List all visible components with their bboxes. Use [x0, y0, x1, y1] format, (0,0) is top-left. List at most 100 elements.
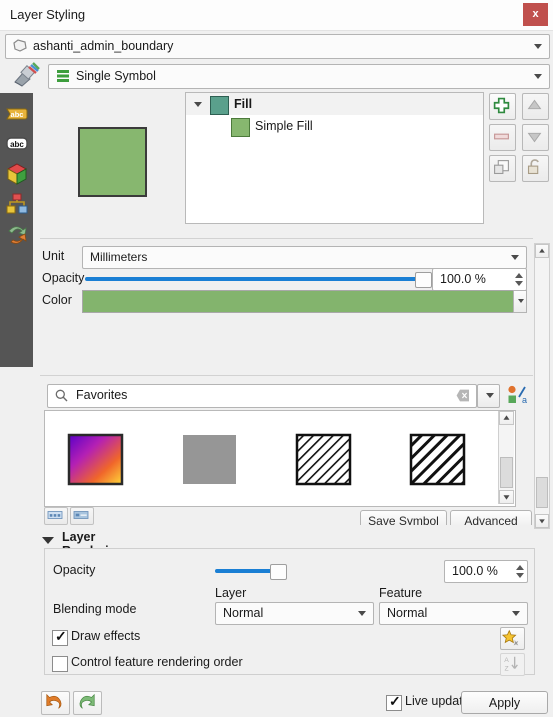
layer-blending-select[interactable]: Normal [215, 602, 374, 625]
scroll-down-arrow[interactable] [499, 490, 514, 504]
color-dropdown-button[interactable] [513, 290, 527, 313]
renderer-selector[interactable]: Single Symbol [48, 64, 550, 89]
control-render-order-label: Control feature rendering order [71, 655, 243, 669]
paintbrush-icon [14, 62, 40, 87]
scrollbar-thumb[interactable] [536, 477, 548, 508]
sidebar-item-masks[interactable]: abc [5, 132, 29, 156]
scroll-up-arrow[interactable] [535, 244, 549, 258]
chevron-down-icon [42, 537, 54, 544]
opacity-slider[interactable] [85, 268, 432, 289]
star-effects-icon [501, 629, 519, 646]
advanced-button[interactable]: Advanced [450, 510, 532, 525]
actions-arrows-icon [8, 226, 27, 244]
style-manager-icon[interactable]: a [506, 384, 528, 406]
symbol-gallery[interactable] [44, 410, 516, 507]
clear-icon[interactable] [456, 389, 470, 402]
spin-down-icon[interactable] [515, 281, 523, 286]
unit-select[interactable]: Millimeters [82, 246, 527, 269]
sort-az-icon: A Z [504, 656, 518, 672]
search-filter-dropdown[interactable] [477, 384, 500, 408]
sidebar-item-labels[interactable]: abc [5, 102, 29, 126]
list-view-icon [73, 511, 89, 519]
move-symbol-layer-up-button[interactable] [522, 93, 549, 120]
gray-fill-symbol[interactable] [181, 433, 238, 486]
blending-mode-label: Blending mode [53, 602, 137, 616]
icon-view-toggle[interactable] [44, 507, 68, 525]
check-icon: ✓ [389, 693, 401, 709]
layer-selector[interactable]: ashanti_admin_boundary [5, 34, 550, 59]
symbol-search-box[interactable]: Favorites [47, 384, 477, 408]
apply-button[interactable]: Apply [461, 691, 548, 714]
slider-fill [215, 569, 278, 573]
control-render-order-checkbox[interactable] [52, 656, 68, 672]
draw-effects-checkbox[interactable]: ✓ [52, 628, 68, 646]
color-swatch-button[interactable] [82, 290, 514, 313]
feature-blending-select[interactable]: Normal [379, 602, 528, 625]
render-order-button[interactable]: A Z [500, 653, 525, 676]
sidebar-item-actions[interactable] [5, 222, 29, 246]
opacity-spinbox[interactable]: 100.0 % [432, 268, 527, 291]
spin-down-icon[interactable] [516, 573, 524, 578]
chevron-down-icon [512, 611, 520, 616]
scrollbar-thumb[interactable] [500, 457, 513, 488]
slider-handle[interactable] [270, 564, 287, 580]
effects-settings-button[interactable] [500, 627, 525, 650]
close-button[interactable]: x [523, 3, 548, 26]
render-opacity-spinbox[interactable]: 100.0 % [444, 560, 528, 583]
plus-icon [493, 97, 510, 114]
diagram-icon [6, 193, 28, 214]
move-symbol-layer-down-button[interactable] [522, 124, 549, 151]
scroll-down-arrow[interactable] [535, 514, 549, 528]
spin-up-icon[interactable] [516, 565, 524, 570]
symbol-layer-label: Simple Fill [255, 119, 313, 133]
remove-symbol-layer-button[interactable] [489, 124, 516, 151]
live-update-checkbox[interactable]: ✓ [386, 693, 402, 711]
scroll-up-arrow[interactable] [499, 411, 514, 425]
unlock-icon [527, 159, 539, 175]
single-symbol-icon [57, 70, 69, 82]
duplicate-symbol-layer-button[interactable] [489, 155, 516, 182]
chevron-down-icon [511, 255, 519, 260]
undo-arrow-icon [46, 693, 62, 709]
symbol-layer-tree[interactable]: Fill Simple Fill [185, 92, 484, 224]
render-opacity-label: Opacity [53, 563, 96, 577]
table-row[interactable]: Simple Fill [186, 115, 483, 137]
gradient-fill-symbol[interactable] [67, 433, 124, 486]
title-bar: Layer Styling x [0, 0, 553, 31]
svg-text:A: A [504, 657, 509, 664]
slider-fill [85, 277, 423, 281]
slider-handle[interactable] [415, 272, 432, 288]
sidebar-item-3d-view[interactable] [5, 162, 29, 186]
add-symbol-layer-button[interactable] [489, 93, 516, 120]
feature-blending-value: Normal [387, 606, 428, 620]
layer-selector-value: ashanti_admin_boundary [33, 39, 174, 53]
draw-effects-label: Draw effects [71, 629, 141, 643]
lock-symbol-layer-button[interactable] [522, 155, 549, 182]
redo-button[interactable] [73, 691, 102, 715]
hatch-thick-symbol[interactable] [409, 433, 466, 486]
properties-scrollbar[interactable] [534, 243, 550, 529]
hatch-thin-symbol[interactable] [295, 433, 352, 486]
sidebar-item-diagrams[interactable] [5, 192, 29, 216]
undo-button[interactable] [41, 691, 70, 715]
unit-label: Unit [42, 249, 65, 263]
render-opacity-slider[interactable] [215, 560, 287, 581]
save-symbol-label: Save Symbol [368, 514, 439, 525]
spin-up-icon[interactable] [515, 273, 523, 278]
arrow-down-icon [527, 132, 542, 143]
symbol-swatch [210, 96, 229, 115]
save-symbol-button[interactable]: Save Symbol [360, 510, 447, 525]
layer-rendering-panel: Opacity 100.0 % Blending mode Layer Norm… [44, 548, 535, 676]
renderer-selector-value: Single Symbol [76, 69, 156, 83]
svg-text:abc: abc [10, 140, 24, 149]
gallery-scrollbar[interactable] [498, 411, 514, 504]
chevron-down-icon[interactable] [194, 102, 202, 107]
grid-view-icon [47, 511, 63, 519]
list-view-toggle[interactable] [70, 507, 94, 525]
opacity-label: Opacity [42, 271, 85, 285]
table-row[interactable]: Fill [186, 93, 483, 115]
cube-3d-icon [6, 163, 28, 185]
chevron-down-icon [486, 393, 494, 398]
unit-value: Millimeters [90, 250, 148, 264]
abc-callout-icon: abc [6, 137, 28, 150]
